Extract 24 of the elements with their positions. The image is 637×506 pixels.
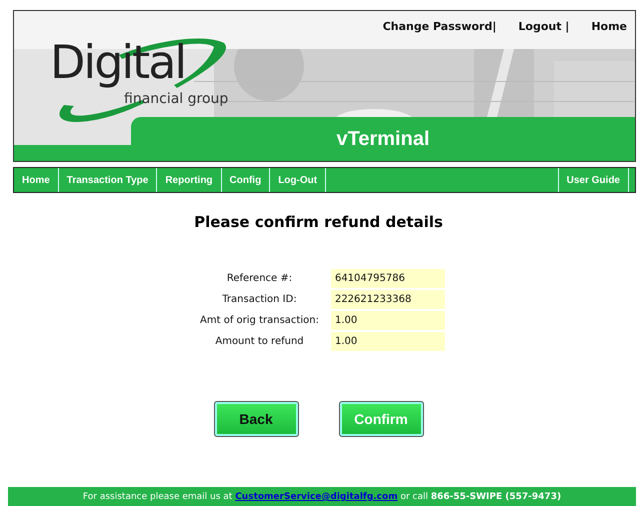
banner-title: vTerminal bbox=[336, 128, 430, 150]
confirm-button[interactable]: Confirm bbox=[338, 401, 424, 437]
header-link[interactable]: Change Password| bbox=[382, 20, 496, 33]
field-label: Reference #: bbox=[226, 272, 294, 286]
page-heading: Please confirm refund details bbox=[194, 213, 443, 231]
header-link[interactable]: Logout | bbox=[518, 20, 570, 33]
logo-tagline: financial group bbox=[124, 91, 228, 107]
nav-link[interactable]: Home bbox=[14, 168, 59, 192]
email-link[interactable]: CustomerService@digitalfg.com bbox=[235, 492, 398, 502]
field-label: Amt of orig transaction: bbox=[200, 314, 319, 328]
back-button[interactable]: Back bbox=[214, 401, 298, 437]
nav-link[interactable]: Reporting bbox=[157, 168, 222, 192]
field-value: 222621233368 bbox=[330, 290, 445, 309]
field-value: 64104795786 bbox=[330, 269, 445, 288]
field-label: Amount to refund bbox=[214, 335, 305, 349]
assistance-text: For assistance please email us at CustomerService@digitalfg.com or call 866-55-SWIPE (557-9473) bbox=[82, 492, 562, 502]
field-value: 1.00 bbox=[330, 311, 445, 330]
field-label: Transaction ID: bbox=[221, 293, 298, 307]
field-value: 1.00 bbox=[330, 332, 445, 351]
nav-link[interactable]: Config bbox=[222, 168, 270, 192]
nav-link[interactable]: Transaction Type bbox=[58, 168, 158, 192]
header-link[interactable]: Home bbox=[591, 20, 627, 33]
nav-link[interactable]: User Guide bbox=[558, 168, 629, 192]
nav-link[interactable]: Log-Out bbox=[270, 168, 326, 192]
